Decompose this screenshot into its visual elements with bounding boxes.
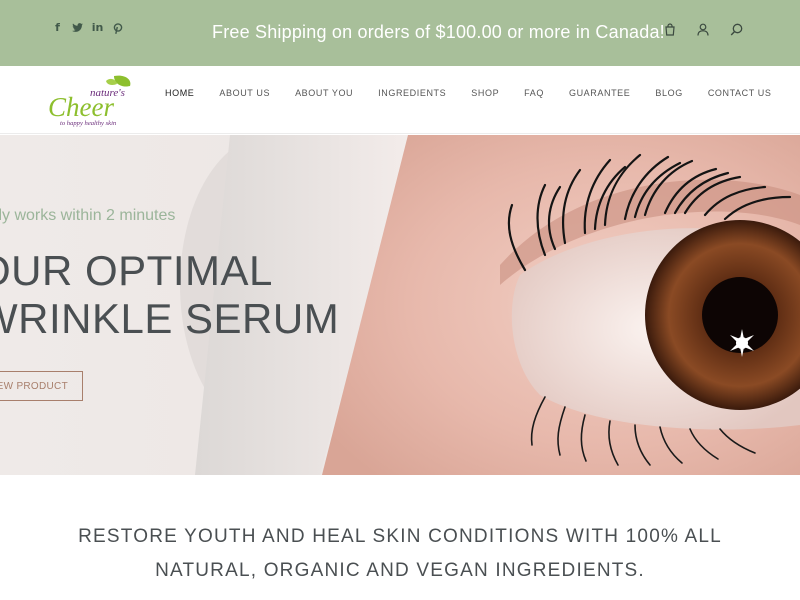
hero-tagline: ibly works within 2 minutes [0, 207, 176, 224]
nav-contact-us[interactable]: CONTACT US [708, 88, 772, 98]
nav-faq[interactable]: FAQ [524, 88, 544, 98]
site-header: nature's Cheer to happy healthy skin HOM… [0, 66, 800, 134]
logo-tagline-text: to happy healthy skin [60, 120, 117, 127]
linkedin-icon[interactable]: in [92, 22, 104, 34]
hero-headline-line-2: WRINKLE SERUM [0, 295, 340, 342]
main-navigation: HOME ABOUT US ABOUT YOU INGREDIENTS SHOP… [165, 88, 797, 98]
cart-icon[interactable] [664, 23, 677, 37]
pinterest-icon[interactable] [112, 22, 123, 34]
nav-blog[interactable]: BLOG [655, 88, 682, 98]
nav-guarantee[interactable]: GUARANTEE [569, 88, 630, 98]
search-icon[interactable] [730, 23, 743, 37]
nav-about-us[interactable]: ABOUT US [219, 88, 270, 98]
statement-line-2: NATURAL, ORGANIC AND VEGAN INGREDIENTS. [155, 560, 645, 581]
free-shipping-banner: Free Shipping on orders of $100.00 or mo… [212, 22, 665, 42]
hero-headline-line-1: OUR OPTIMAL [0, 247, 273, 294]
nav-shop[interactable]: SHOP [471, 88, 499, 98]
hero-headline: OUR OPTIMAL WRINKLE SERUM [0, 247, 339, 343]
statement-line-1: RESTORE YOUTH AND HEAL SKIN CONDITIONS W… [78, 526, 722, 547]
nav-ingredients[interactable]: INGREDIENTS [378, 88, 446, 98]
twitter-icon[interactable] [72, 22, 83, 34]
mission-statement: RESTORE YOUTH AND HEAL SKIN CONDITIONS W… [0, 520, 800, 588]
natures-cheer-logo[interactable]: nature's Cheer to happy healthy skin [48, 74, 138, 128]
nav-home[interactable]: HOME [165, 88, 194, 98]
user-icon[interactable] [697, 23, 710, 37]
hero-banner: ibly works within 2 minutes OUR OPTIMAL … [0, 135, 800, 475]
facebook-icon[interactable]: f [52, 22, 63, 34]
social-links: f in [52, 22, 123, 34]
nav-about-you[interactable]: ABOUT YOU [295, 88, 353, 98]
top-announcement-bar: f in Free Shipping on orders of $100.00 … [0, 0, 800, 66]
utility-icons [664, 23, 743, 37]
view-product-button[interactable]: IEW PRODUCT [0, 371, 83, 401]
logo-cheer-text: Cheer [48, 92, 114, 122]
